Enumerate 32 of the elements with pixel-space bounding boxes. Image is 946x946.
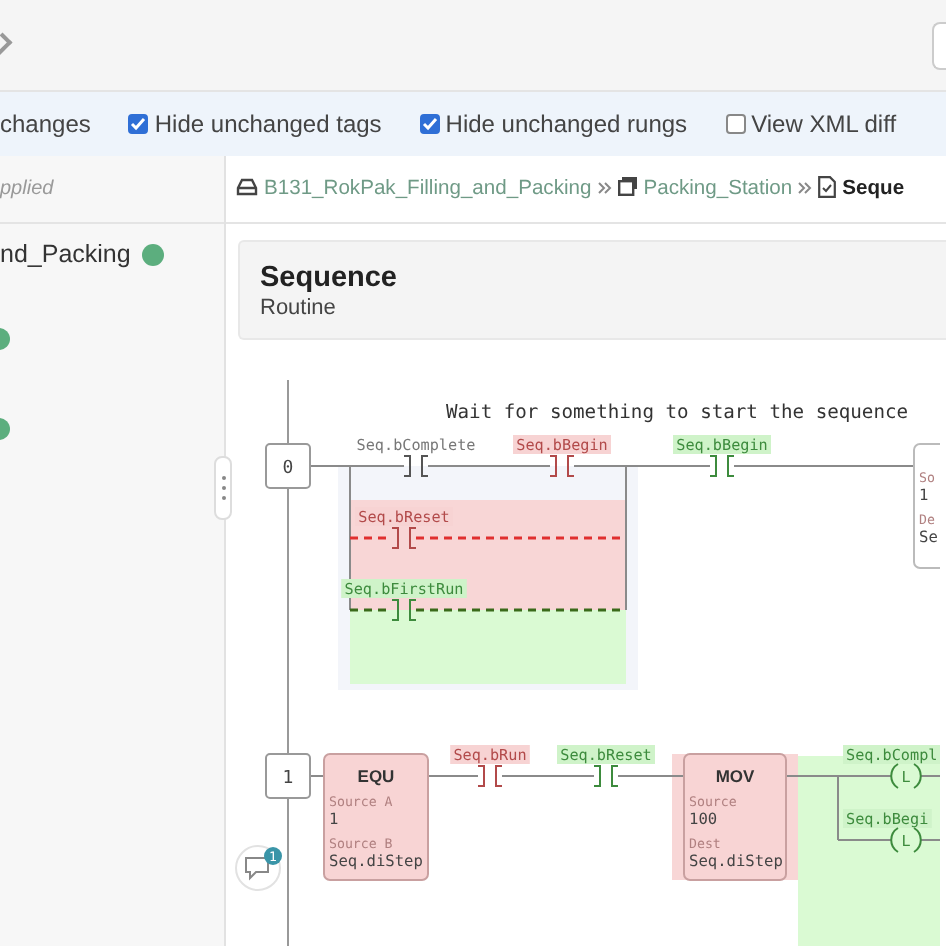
rung-wire	[501, 775, 595, 777]
rung-comment: Wait for something to start the sequence	[446, 402, 909, 424]
checkbox[interactable]	[419, 114, 440, 134]
contact-symbol	[549, 455, 575, 477]
routine-type: Routine	[260, 295, 338, 319]
contact-symbol	[709, 455, 735, 477]
tree-item[interactable]: nd_Packing	[0, 240, 131, 268]
contact-symbol	[391, 599, 417, 621]
window-icon	[617, 176, 638, 196]
rung-wire	[427, 465, 551, 467]
checkbox[interactable]	[128, 114, 149, 134]
rung-number[interactable]: 1	[265, 753, 311, 799]
option-label: changes	[0, 110, 91, 138]
contact-symbol	[403, 455, 429, 477]
rung-wire	[427, 775, 479, 777]
rung-number[interactable]: 0	[265, 443, 311, 489]
splitter-handle[interactable]	[214, 456, 232, 520]
contact-symbol	[477, 765, 503, 787]
sidebar-caption: pplied	[0, 156, 224, 224]
contact-symbol	[593, 765, 619, 787]
checkbox[interactable]	[725, 114, 746, 134]
document-icon	[818, 175, 837, 197]
routine-title: Sequence	[260, 261, 399, 293]
breadcrumb-current[interactable]: Seque	[842, 178, 905, 200]
rung-wire	[919, 839, 940, 841]
checkbox-label[interactable]: Hide unchanged tags	[154, 110, 382, 138]
rung-wire	[919, 775, 940, 777]
checkbox-label[interactable]: Hide unchanged rungs	[445, 110, 688, 138]
drive-icon	[236, 177, 258, 195]
rung-wire	[617, 775, 685, 777]
contact-symbol	[391, 527, 417, 549]
checkbox-label[interactable]: View XML diff	[751, 110, 897, 138]
